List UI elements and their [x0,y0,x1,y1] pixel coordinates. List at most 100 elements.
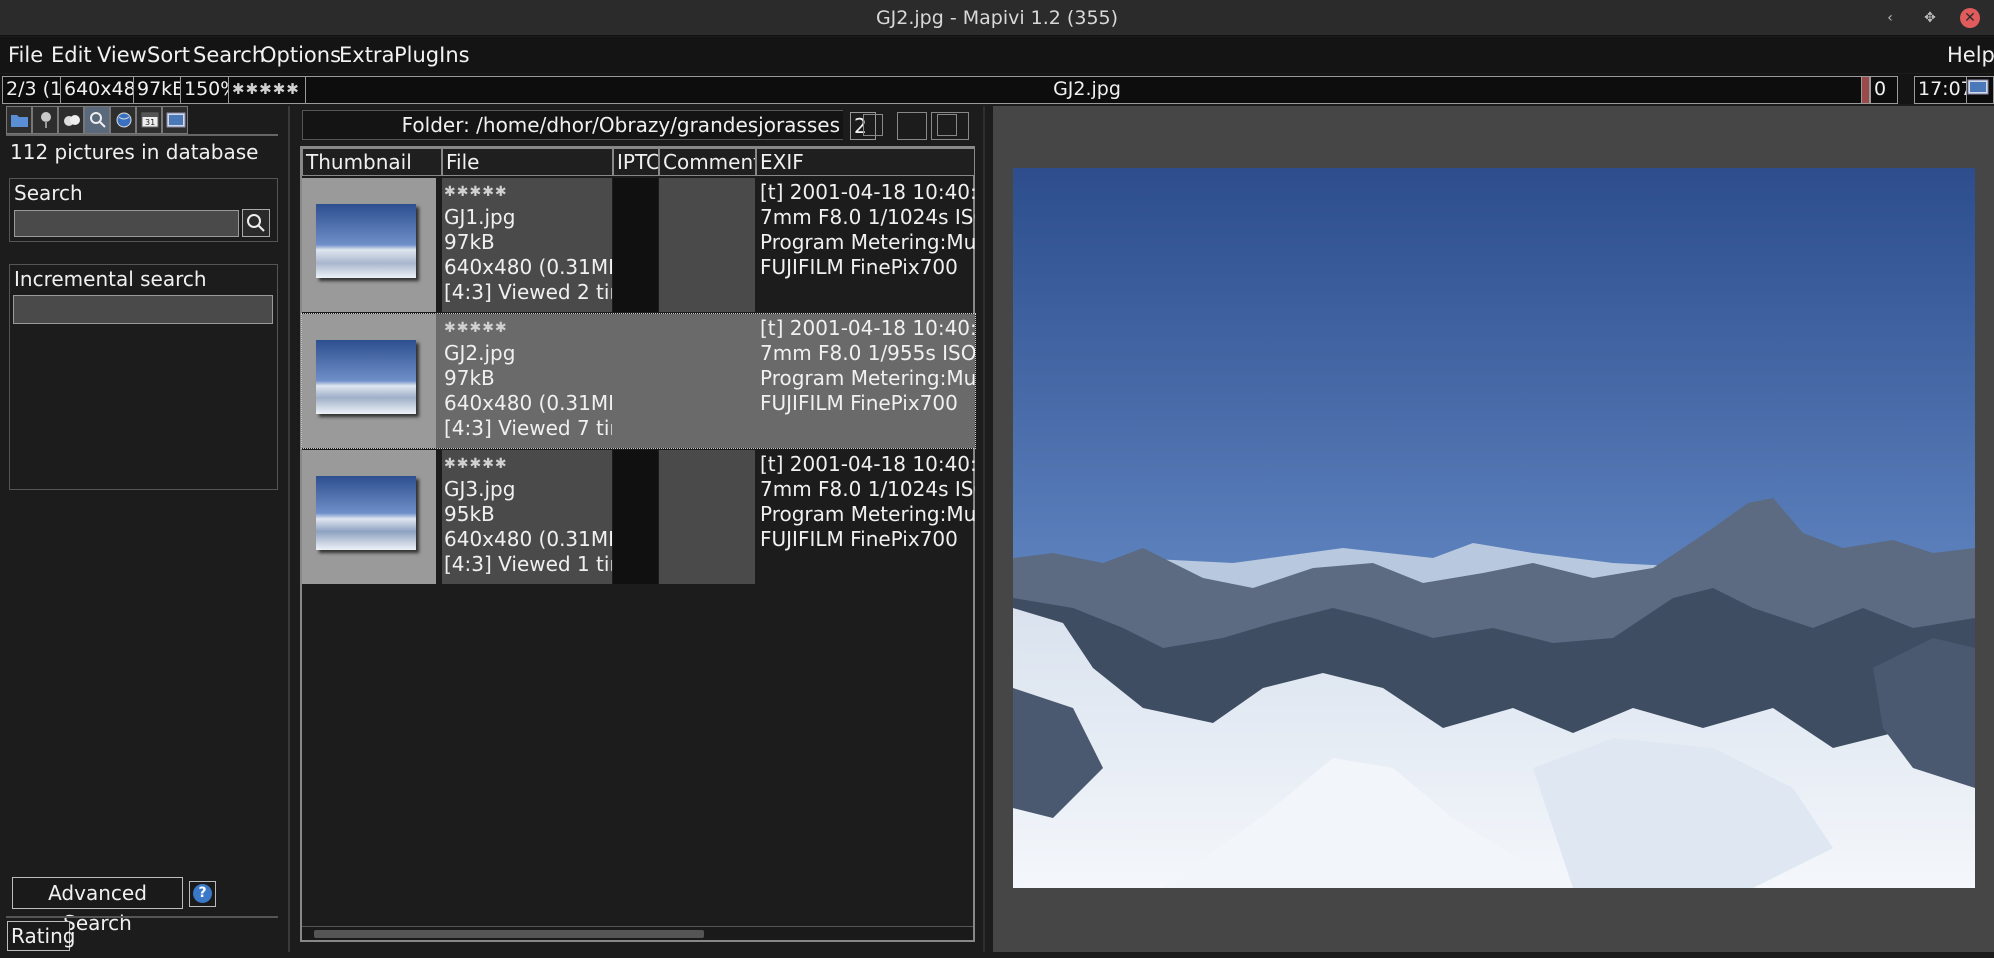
exif-cell: [t] 2001-04-18 10:40:30 7mm F8.0 1/1024s… [757,450,975,584]
tab-divider [6,134,278,136]
file-cell: ✱✱✱✱✱ GJ3.jpg 95kB 640x480 (0.31MP) [4:3… [442,450,612,584]
file-name: GJ1.jpg [444,205,516,229]
search-label: Search [14,181,83,205]
file-dims: 640x480 (0.31MP) [444,255,612,279]
file-views: [4:3] Viewed 1 times [444,552,612,576]
menu-plugins[interactable]: PlugIns [394,37,470,73]
status-filename: GJ2.jpg [305,76,1869,104]
search-input[interactable] [14,210,239,237]
menu-file[interactable]: File [8,37,43,73]
table-row[interactable]: ✱✱✱✱✱ GJ1.jpg 97kB 640x480 (0.31MP) [4:3… [302,178,975,312]
menu-help[interactable]: Help [1947,37,1994,73]
weather-icon[interactable] [58,106,84,134]
exif-date: [t] 2001-04-18 10:40:22 [760,316,975,340]
menu-options[interactable]: Options [260,37,341,73]
left-splitter[interactable] [288,106,290,952]
picture-icon[interactable] [1966,76,1994,104]
exif-metering: Program Metering:Multi- [760,366,975,390]
status-counter: 0 [1870,76,1898,104]
incremental-search-input[interactable] [13,295,273,324]
iptc-cell [613,450,658,584]
image-preview-pane[interactable] [993,106,1994,952]
comments-cell [659,450,755,584]
file-size: 95kB [444,502,495,526]
file-list-pane: Folder: /home/dhor/Obrazy/grandesjorasse… [297,106,977,952]
thumbnail-image [316,476,416,550]
view-toggle-4[interactable] [937,114,957,136]
file-table: Thumbnail File IPTC Comments EXIF ✱✱✱✱✱ … [300,146,976,942]
scroll-left-arrow[interactable] [302,929,312,939]
file-cell: ✱✱✱✱✱ GJ1.jpg 97kB 640x480 (0.31MP) [4:3… [442,178,612,312]
horizontal-scrollbar[interactable] [302,926,973,940]
thumbnail-image [316,204,416,278]
menu-edit[interactable]: Edit [51,37,92,73]
exif-camera: FUJIFILM FinePix700 [760,255,958,279]
window-titlebar: GJ2.jpg - Mapivi 1.2 (355) ‹ ✥ ✕ [0,0,1994,36]
column-file[interactable]: File [442,148,613,176]
view-toggle-2[interactable] [897,112,927,140]
status-rating[interactable]: ✱✱✱✱✱ [228,76,313,104]
picture-icon[interactable] [162,106,188,134]
exif-metering: Program Metering:Multi- [760,230,975,254]
search-button[interactable] [242,209,270,237]
exif-date: [t] 2001-04-18 10:40:42 [760,180,975,204]
thumbnail-image [316,340,416,414]
right-splitter[interactable] [983,106,985,952]
rating-label[interactable]: Rating [7,921,75,951]
thumbnail-cell [302,450,436,584]
help-button[interactable]: ? [189,881,216,907]
menu-bar: File Edit View Sort Search Options Extra… [0,37,1994,73]
calendar-icon[interactable]: 31 [136,106,162,134]
search-icon[interactable] [84,106,110,134]
exif-camera: FUJIFILM FinePix700 [760,391,958,415]
view-toggle-1[interactable] [863,114,883,136]
file-dims: 640x480 (0.31MP) [444,391,612,415]
folder-path: Folder: /home/dhor/Obrazy/grandesjorasse… [401,113,840,137]
file-name: GJ3.jpg [444,477,516,501]
preview-image[interactable] [1013,168,1975,888]
comments-cell [659,178,755,312]
menu-search[interactable]: Search [193,37,265,73]
menu-view[interactable]: View [97,37,147,73]
file-name: GJ2.jpg [444,341,516,365]
status-progress [1861,76,1870,104]
db-count: 112 pictures in database [10,140,259,164]
file-cell: ✱✱✱✱✱ GJ2.jpg 97kB 640x480 (0.31MP) [4:3… [442,314,612,448]
exif-exposure: 7mm F8.0 1/1024s ISO100 [760,477,975,501]
rating-divider [6,916,278,918]
rating-stars[interactable]: ✱✱✱✱✱ [444,180,610,205]
status-bar: 2/3 (1) 640x480 97kB 150% ✱✱✱✱✱ GJ2.jpg … [0,74,1994,104]
column-exif[interactable]: EXIF [756,148,975,176]
maximize-icon[interactable]: ✥ [1920,8,1940,28]
menu-sort[interactable]: Sort [147,37,190,73]
rating-stars[interactable]: ✱✱✱✱✱ [444,316,610,341]
menu-extra[interactable]: Extra [339,37,394,73]
exif-camera: FUJIFILM FinePix700 [760,527,958,551]
globe-icon[interactable] [110,106,136,134]
column-thumbnail[interactable]: Thumbnail [302,148,442,176]
file-dims: 640x480 (0.31MP) [444,527,612,551]
file-size: 97kB [444,366,495,390]
status-dimensions: 640x480 [60,76,141,104]
rating-stars[interactable]: ✱✱✱✱✱ [444,452,610,477]
minimize-icon[interactable]: ‹ [1880,8,1900,28]
tree-icon[interactable] [32,106,58,134]
scrollbar-thumb[interactable] [314,930,704,938]
table-row-selected[interactable]: ✱✱✱✱✱ GJ2.jpg 97kB 640x480 (0.31MP) [4:3… [301,313,976,449]
left-panel: 31 112 pictures in database Search Incre… [6,106,281,952]
window-title: GJ2.jpg - Mapivi 1.2 (355) [875,7,1119,29]
folder-icon[interactable] [6,106,32,134]
incremental-search-label: Incremental search [14,267,207,291]
file-views: [4:3] Viewed 7 times [444,416,612,440]
column-iptc[interactable]: IPTC [613,148,659,176]
advanced-search-button[interactable]: Advanced Search [12,877,183,935]
file-size: 97kB [444,230,495,254]
close-icon[interactable]: ✕ [1960,8,1980,28]
file-views: [4:3] Viewed 2 times [444,280,612,304]
iptc-cell [613,178,658,312]
exif-metering: Program Metering:Multi- [760,502,975,526]
exif-cell: [t] 2001-04-18 10:40:22 7mm F8.0 1/955s … [757,314,975,448]
status-position: 2/3 (1) [2,76,68,104]
column-comments[interactable]: Comments [659,148,756,176]
table-row[interactable]: ✱✱✱✱✱ GJ3.jpg 95kB 640x480 (0.31MP) [4:3… [302,450,975,584]
